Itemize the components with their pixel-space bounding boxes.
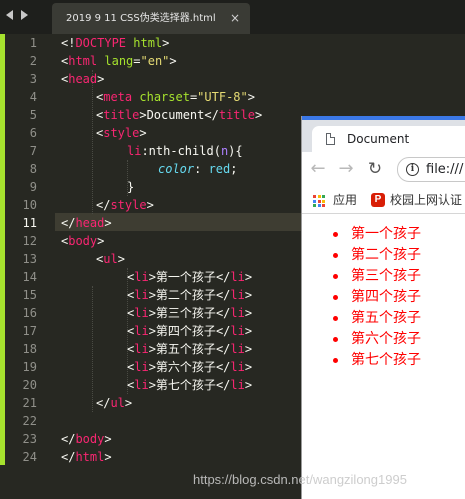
watermark: https://blog.csdn.net/wangzilong1995 [193,472,407,487]
tab-scroll-left-icon[interactable] [6,10,13,20]
line-number: 23 [22,432,37,446]
line-number: 7 [29,144,37,158]
info-icon[interactable]: i [406,163,419,176]
browser-toolbar: ← → ↻ i file:/// [302,152,465,186]
code-line-10: </style> [96,198,154,212]
browser-tab-strip: Document [302,120,465,152]
code-line-6: <style> [96,126,147,140]
line-number: 9 [29,180,37,194]
list-item: 第一个孩子 [351,226,421,242]
apps-grid-icon[interactable] [313,195,325,207]
list-bullet-icon [333,316,338,321]
browser-window: Document ← → ↻ i file:/// 应用 P 校园上网认证 第一… [301,116,465,499]
list-item: 第七个孩子 [351,352,421,368]
line-number: 12 [22,234,37,248]
line-number: 24 [22,450,37,464]
list-item: 第五个孩子 [351,310,421,326]
url-text[interactable]: file:/// [426,158,463,181]
code-line-9: } [127,180,135,194]
line-number: 15 [22,288,37,302]
bookmark-apps[interactable]: 应用 [333,186,357,214]
list-item: 第三个孩子 [351,268,421,284]
list-bullet-icon [333,274,338,279]
code-line-12: <body> [61,234,105,248]
line-number: 13 [22,252,37,266]
line-number: 5 [29,108,37,122]
code-line-14: <li>第一个孩子</li> [127,270,253,284]
code-line-13: <ul> [96,252,125,266]
code-line-5: <title>Document</title> [96,108,263,122]
tab-close-icon[interactable]: × [230,3,240,34]
list-item: 第二个孩子 [351,247,421,263]
line-number: 18 [22,342,37,356]
indent-guide [92,286,93,412]
list-bullet-icon [333,253,338,258]
code-line-20: <li>第七个孩子</li> [127,378,253,392]
browser-tab[interactable]: Document [312,126,465,152]
code-line-7: li:nth-child(n){ [127,144,243,158]
list-bullet-icon [333,358,338,363]
page-content: 第一个孩子第二个孩子第三个孩子第四个孩子第五个孩子第六个孩子第七个孩子 [302,214,465,499]
code-line-24: </html> [61,450,112,464]
code-line-18: <li>第五个孩子</li> [127,342,253,356]
document-icon [326,133,335,145]
tab-scroll-right-icon[interactable] [21,10,28,20]
p-logo-icon[interactable]: P [371,193,385,207]
line-number: 4 [29,90,37,104]
list-item: 第六个孩子 [351,331,421,347]
line-number: 21 [22,396,37,410]
editor-tab-title: 2019 9 11 CSS伪类选择器.html [66,13,216,24]
line-number: 17 [22,324,37,338]
line-number: 8 [29,162,37,176]
line-number: 3 [29,72,37,86]
line-number-gutter: 1 2 3 4 5 6 7 8 9 10 11 12 13 14 15 16 17 18 19 20 21 22 23 24 [5,34,55,499]
code-line-19: <li>第六个孩子</li> [127,360,253,374]
line-number: 10 [22,198,37,212]
line-number: 20 [22,378,37,392]
code-line-15: <li>第二个孩子</li> [127,288,253,302]
code-line-21: </ul> [96,396,133,410]
list-bullet-icon [333,337,338,342]
code-line-11: </head> [61,216,112,230]
reload-icon[interactable]: ↻ [366,160,384,178]
indent-guide [92,70,93,214]
back-arrow-icon[interactable]: ← [309,160,327,178]
address-bar[interactable]: i file:/// [397,157,465,182]
bookmarks-bar: 应用 P 校园上网认证 [302,186,465,214]
line-number: 1 [29,36,37,50]
line-number: 2 [29,54,37,68]
code-line-1: <!DOCTYPE html> [61,36,170,50]
code-line-16: <li>第三个孩子</li> [127,306,253,320]
list-item: 第四个孩子 [351,289,421,305]
code-line-3: <head> [61,72,105,86]
editor-tab-bar: 2019 9 11 CSS伪类选择器.html × [0,0,465,34]
line-number: 19 [22,360,37,374]
line-number: 16 [22,306,37,320]
list-bullet-icon [333,295,338,300]
editor-tab-active[interactable]: 2019 9 11 CSS伪类选择器.html × [52,3,250,34]
line-number: 14 [22,270,37,284]
list-bullet-icon [333,232,338,237]
code-line-17: <li>第四个孩子</li> [127,324,253,338]
tab-nav-arrows[interactable] [6,10,28,20]
bookmark-campus-auth[interactable]: 校园上网认证 [390,186,462,214]
line-number: 11 [22,216,37,230]
code-line-2: <html lang="en"> [61,54,177,68]
code-line-8: color: red; [158,162,238,176]
line-number: 6 [29,126,37,140]
forward-arrow-icon[interactable]: → [337,160,355,178]
browser-tab-title: Document [347,132,410,146]
code-line-23: </body> [61,432,112,446]
code-line-4: <meta charset="UTF-8"> [96,90,255,104]
line-number: 22 [22,414,37,428]
